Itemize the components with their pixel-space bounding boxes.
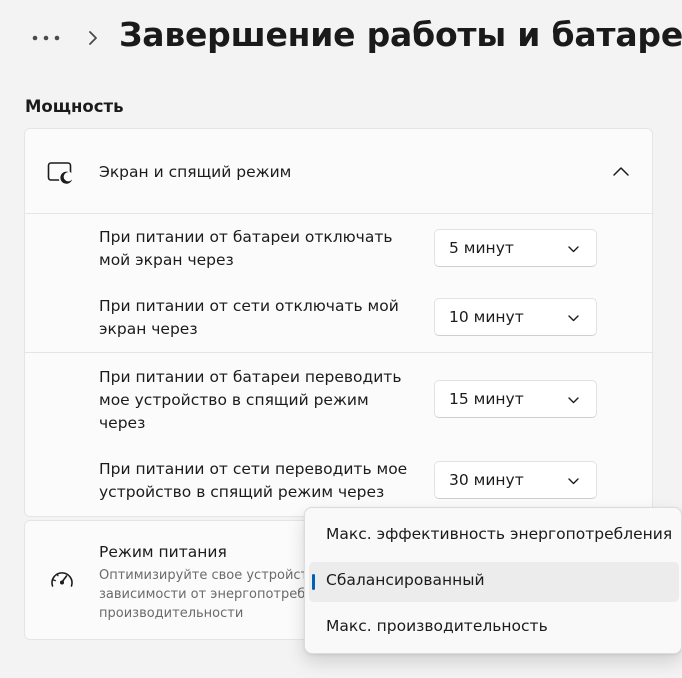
chevron-down-icon xyxy=(568,315,579,322)
more-options-button[interactable] xyxy=(26,24,66,52)
menu-item-label: Сбалансированный xyxy=(326,571,485,589)
chevron-up-icon[interactable] xyxy=(609,161,633,183)
setting-row: При питании от батареи переводить мое ус… xyxy=(25,353,652,439)
setting-label: При питании от сети отключать мой экран … xyxy=(99,297,399,338)
description-line: зависимости от энергопотребления и xyxy=(99,587,339,602)
plugged-sleep-dropdown[interactable]: 30 минут xyxy=(434,461,597,499)
dropdown-value: 5 минут xyxy=(449,239,514,257)
screen-sleep-card: Экран и спящий режим При питании от бата… xyxy=(24,128,653,517)
chevron-down-icon xyxy=(568,246,579,253)
setting-row: При питании от батареи отключать мой экр… xyxy=(25,214,652,284)
chevron-right-icon xyxy=(89,31,97,45)
setting-label: При питании от батареи переводить мое ус… xyxy=(99,368,402,432)
screen-sleep-icon xyxy=(47,162,74,185)
power-mode-description: Оптимизируйте свое устройство в зависимо… xyxy=(99,566,339,623)
power-mode-dropdown-menu: Макс. эффективность энергопотребления Сб… xyxy=(304,507,682,654)
screen-sleep-header[interactable]: Экран и спящий режим xyxy=(25,129,652,214)
menu-item-max-performance[interactable]: Макс. производительность xyxy=(309,608,679,648)
section-title: Мощность xyxy=(25,97,124,116)
setting-label: При питании от сети переводить мое устро… xyxy=(99,460,408,501)
selection-indicator xyxy=(312,574,315,590)
battery-screen-off-dropdown[interactable]: 5 минут xyxy=(434,229,597,267)
chevron-down-icon xyxy=(568,397,579,404)
battery-sleep-dropdown[interactable]: 15 минут xyxy=(434,380,597,418)
screen-sleep-label: Экран и спящий режим xyxy=(99,163,292,181)
menu-item-max-efficiency[interactable]: Макс. эффективность энергопотребления xyxy=(309,516,679,556)
plugged-screen-off-dropdown[interactable]: 10 минут xyxy=(434,298,597,336)
more-dots-icon xyxy=(32,35,60,41)
dropdown-value: 15 минут xyxy=(449,390,524,408)
menu-item-label: Макс. эффективность энергопотребления xyxy=(326,525,673,543)
menu-item-balanced[interactable]: Сбалансированный xyxy=(309,562,679,602)
setting-row: При питании от сети отключать мой экран … xyxy=(25,284,652,352)
page-header: Завершение работы и батарея xyxy=(0,0,682,80)
setting-row: При питании от сети переводить мое устро… xyxy=(25,439,652,516)
menu-item-label: Макс. производительность xyxy=(326,617,548,635)
speedometer-icon xyxy=(51,572,73,587)
description-line: производительности xyxy=(99,606,244,621)
setting-label: При питании от батареи отключать мой экр… xyxy=(99,228,393,269)
dropdown-value: 10 минут xyxy=(449,308,524,326)
chevron-down-icon xyxy=(568,478,579,485)
page-title: Завершение работы и батарея xyxy=(119,15,682,54)
power-mode-title: Режим питания xyxy=(99,543,227,561)
dropdown-value: 30 минут xyxy=(449,471,524,489)
description-line: Оптимизируйте свое устройство в xyxy=(99,568,336,583)
